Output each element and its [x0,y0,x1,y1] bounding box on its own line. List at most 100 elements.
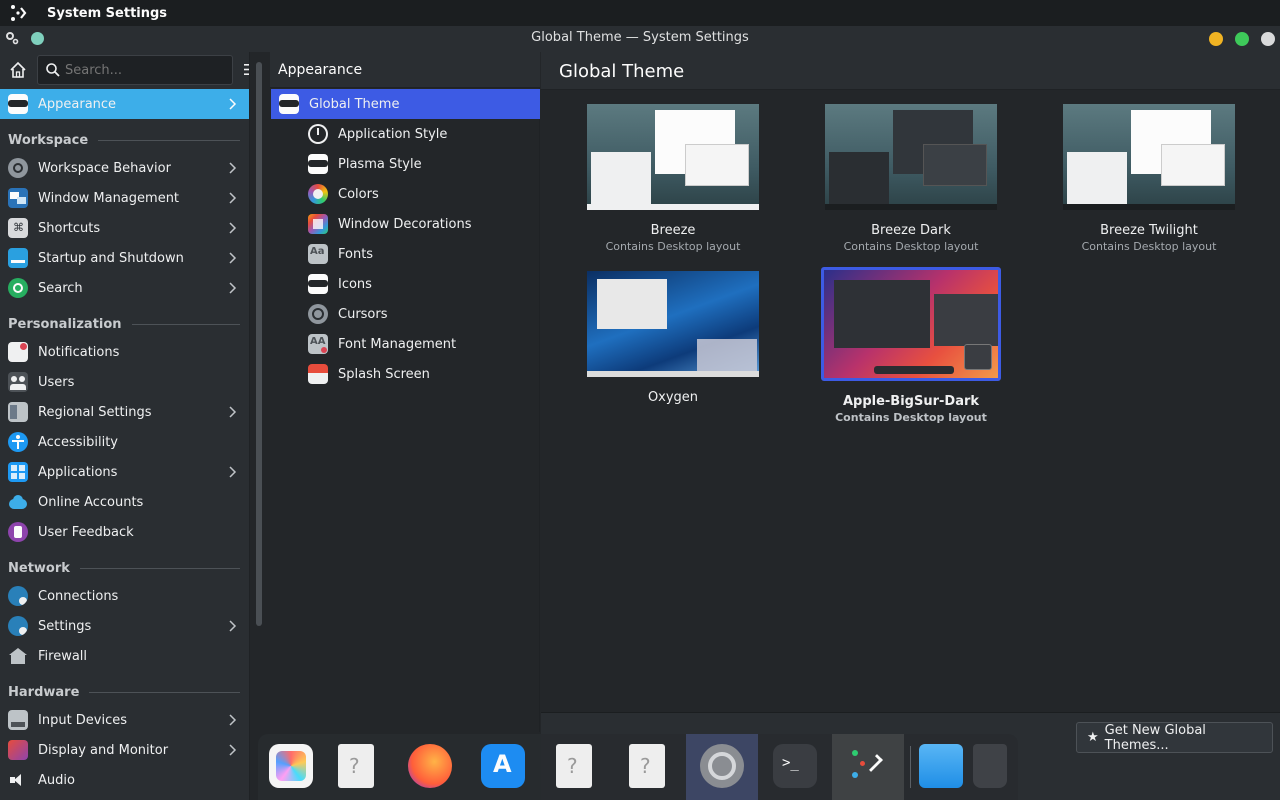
sidebar: Appearance Workspace Workspace Behavior … [0,52,250,800]
sidebar-item-audio[interactable]: Audio [0,765,249,795]
unknown-app-icon[interactable]: ? [629,744,665,788]
plasma-style-icon [308,154,328,174]
theme-card-breeze-dark[interactable]: Breeze Dark Contains Desktop layout [821,104,1001,253]
terminal-icon[interactable]: >_ [773,744,817,788]
sidebar-item-input-devices[interactable]: Input Devices [0,705,249,735]
minimize-button[interactable] [1209,32,1223,46]
global-theme-pane: Global Theme Breeze Contains Desktop lay… [541,52,1280,712]
chevron-right-icon [229,162,237,174]
section-header-label: Network [8,561,70,576]
subpage-icons[interactable]: Icons [270,269,540,299]
section-header-network: Network [8,561,240,576]
close-button[interactable] [1261,32,1275,46]
unknown-app-icon[interactable]: ? [556,744,592,788]
sidebar-item-online-accounts[interactable]: Online Accounts [0,487,249,517]
launchpad-icon[interactable] [269,744,313,788]
sidebar-item-shortcuts[interactable]: ⌘ Shortcuts [0,213,249,243]
theme-card-apple-bigsur-dark[interactable]: Apple-BigSur-Dark Contains Desktop layou… [821,267,1001,424]
sidebar-item-notifications[interactable]: Notifications [0,337,249,367]
section-divider [131,324,240,325]
sidebar-item-label: Firewall [38,648,88,664]
sidebar-item-label: Users [38,374,75,390]
theme-card-breeze[interactable]: Breeze Contains Desktop layout [583,104,763,253]
chevron-right-icon [229,98,237,110]
sidebar-item-search[interactable]: Search [0,273,249,303]
colors-icon [308,184,328,204]
sidebar-item-label: Workspace Behavior [38,160,171,176]
global-theme-icon [279,94,299,114]
folder-icon[interactable] [919,744,963,788]
dock-separator [910,746,911,788]
theme-preview-image [821,267,1001,381]
sidebar-item-label: Search [38,280,83,296]
sidebar-item-accessibility[interactable]: Accessibility [0,427,249,457]
theme-card-breeze-twilight[interactable]: Breeze Twilight Contains Desktop layout [1059,104,1239,253]
network-settings-icon [8,616,28,636]
sidebar-item-firewall[interactable]: Firewall [0,641,249,671]
sidebar-item-label: Online Accounts [38,494,144,510]
theme-name: Breeze Dark [871,223,951,238]
theme-subtitle: Contains Desktop layout [843,240,979,253]
appearance-subpages-pane: Appearance Global Theme Application Styl… [270,52,540,732]
subpage-application-style[interactable]: Application Style [270,119,540,149]
subpage-splash-screen[interactable]: Splash Screen [270,359,540,389]
unknown-app-icon[interactable]: ? [338,744,374,788]
star-icon: ★ [1087,730,1099,745]
system-preferences-icon[interactable] [700,744,744,788]
cloud-icon [8,492,28,512]
firefox-icon[interactable] [408,744,452,788]
accessibility-icon [8,432,28,452]
maximize-button[interactable] [1235,32,1249,46]
search-input[interactable] [65,62,225,78]
theme-subtitle: Contains Desktop layout [835,411,987,424]
sidebar-item-workspace-behavior[interactable]: Workspace Behavior [0,153,249,183]
sidebar-item-label: Shortcuts [38,220,101,236]
connections-icon [8,586,28,606]
trash-icon[interactable] [973,744,1007,788]
subpage-colors[interactable]: Colors [270,179,540,209]
application-style-icon [308,124,328,144]
subpage-label: Window Decorations [338,216,472,232]
subpage-global-theme[interactable]: Global Theme [271,89,540,119]
sidebar-item-network-settings[interactable]: Settings [0,611,249,641]
regional-settings-icon [8,402,28,422]
subpage-label: Font Management [338,336,457,352]
fonts-icon: Aa [308,244,328,264]
sidebar-item-label: Window Management [38,190,180,206]
hamburger-menu-icon[interactable] [244,64,250,75]
sidebar-item-window-management[interactable]: Window Management [0,183,249,213]
image-icon[interactable] [964,344,992,370]
system-settings-icon[interactable] [9,3,29,23]
subpage-fonts[interactable]: Aa Fonts [270,239,540,269]
sidebar-item-user-feedback[interactable]: User Feedback [0,517,249,547]
get-new-global-themes-button[interactable]: ★ Get New Global Themes... [1076,722,1273,753]
sidebar-item-label: Accessibility [38,434,118,450]
theme-card-oxygen[interactable]: Oxygen [583,271,763,405]
theme-name: Breeze [650,223,696,238]
icons-icon [308,274,328,294]
subpage-cursors[interactable]: Cursors [270,299,540,329]
subpage-font-management[interactable]: AA Font Management [270,329,540,359]
sidebar-item-appearance[interactable]: Appearance [0,89,249,119]
sidebar-item-label: Audio [38,772,75,788]
system-settings-dock-icon[interactable] [846,744,890,788]
sidebar-scrollbar[interactable] [256,62,262,626]
sidebar-item-connections[interactable]: Connections [0,581,249,611]
sidebar-item-regional-settings[interactable]: Regional Settings [0,397,249,427]
window-title: Global Theme — System Settings [531,30,749,45]
home-icon[interactable] [9,61,27,79]
applications-icon [8,462,28,482]
sidebar-item-display-and-monitor[interactable]: Display and Monitor [0,735,249,765]
app-store-icon[interactable]: A [481,744,525,788]
sidebar-item-users[interactable]: Users [0,367,249,397]
middle-pane-title: Appearance [278,62,363,78]
firewall-icon [8,646,28,666]
users-icon [8,372,28,392]
subpage-window-decorations[interactable]: Window Decorations [270,209,540,239]
sidebar-item-startup-and-shutdown[interactable]: Startup and Shutdown [0,243,249,273]
search-icon [46,63,60,77]
section-header-label: Personalization [8,317,122,332]
sidebar-item-applications[interactable]: Applications [0,457,249,487]
search-field[interactable] [37,55,233,85]
subpage-plasma-style[interactable]: Plasma Style [270,149,540,179]
